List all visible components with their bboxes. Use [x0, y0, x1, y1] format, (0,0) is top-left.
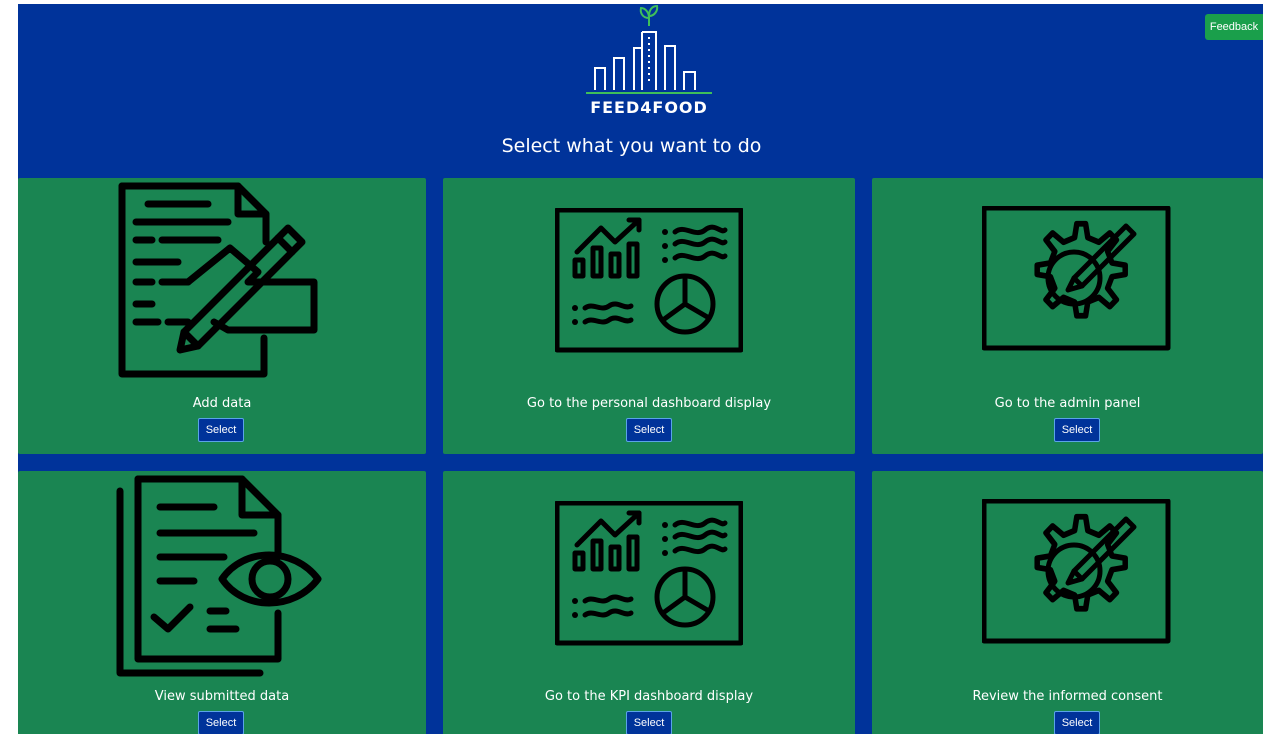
select-button[interactable]: Select — [198, 418, 244, 442]
card-label: Go to the admin panel — [994, 396, 1141, 411]
feedback-button[interactable]: Feedback — [1205, 14, 1263, 40]
gear-pen-icon — [872, 471, 1263, 681]
gear-pen-icon — [872, 178, 1263, 388]
card-label: Go to the KPI dashboard display — [544, 689, 754, 704]
card-label: Review the informed consent — [972, 689, 1163, 704]
select-button[interactable]: Select — [626, 711, 672, 734]
select-button[interactable]: Select — [1054, 418, 1100, 442]
logo-skyline-icon — [586, 4, 712, 94]
logo-text: FEED4FOOD — [590, 98, 708, 117]
card-label: Go to the personal dashboard display — [526, 396, 772, 411]
card-label: Add data — [192, 396, 252, 411]
select-button[interactable]: Select — [198, 711, 244, 734]
card-admin-panel: Go to the admin panel Select — [872, 178, 1263, 454]
page-title: Select what you want to do — [501, 135, 762, 157]
card-personal-dashboard: Go to the personal dashboard display Sel… — [443, 178, 855, 454]
document-pen-icon — [18, 178, 426, 388]
card-kpi-dashboard: Go to the KPI dashboard display Select — [443, 471, 855, 734]
document-eye-icon — [18, 471, 426, 681]
dashboard-icon — [443, 178, 855, 388]
feed4food-logo: FEED4FOOD — [584, 4, 714, 120]
card-view-submitted: View submitted data Select — [18, 471, 426, 734]
card-informed-consent: Review the informed consent Select — [872, 471, 1263, 734]
card-label: View submitted data — [154, 689, 290, 704]
page: FEED4FOOD Select what you want to do Fee… — [18, 4, 1263, 734]
dashboard-icon — [443, 471, 855, 681]
select-button[interactable]: Select — [626, 418, 672, 442]
select-button[interactable]: Select — [1054, 711, 1100, 734]
header: FEED4FOOD Select what you want to do — [18, 4, 1263, 178]
card-add-data: Add data Select — [18, 178, 426, 454]
